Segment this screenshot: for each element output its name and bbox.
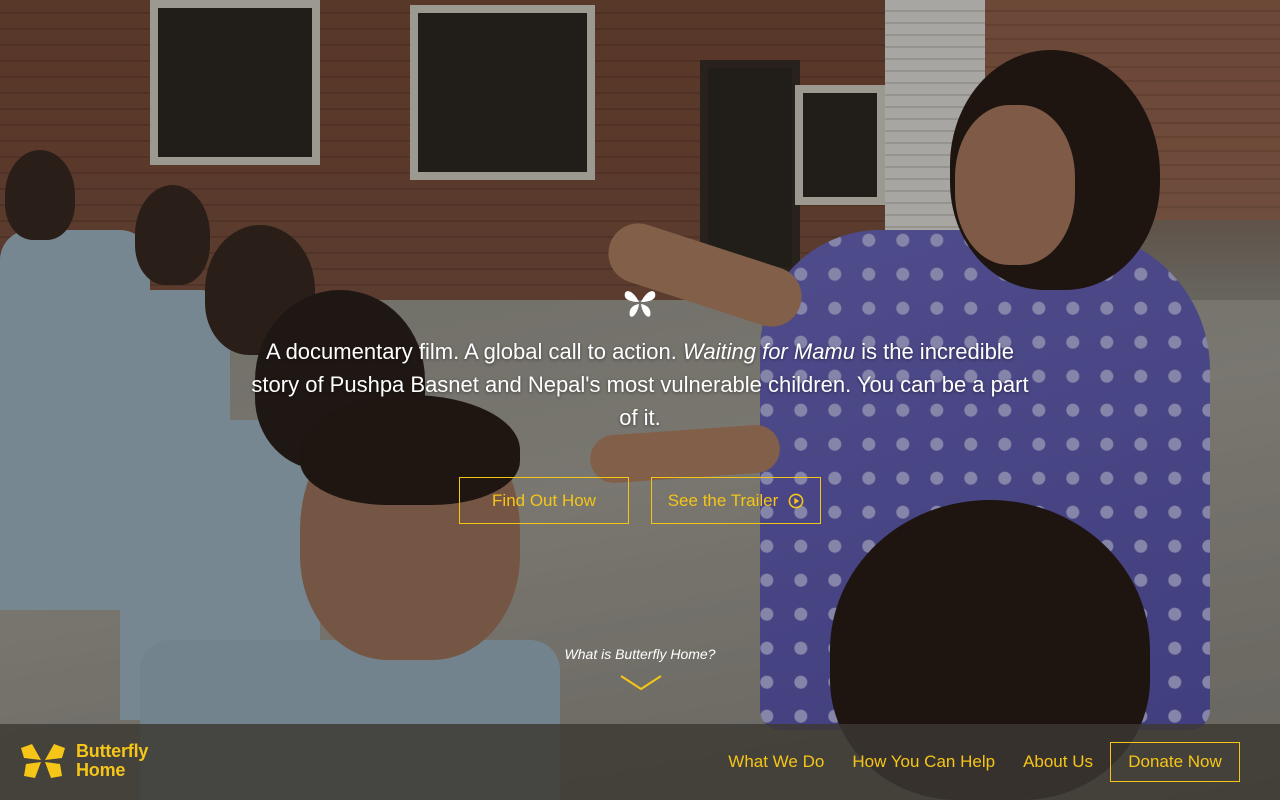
film-title: Waiting for Mamu (683, 339, 855, 364)
nav-how-you-can-help[interactable]: How You Can Help (852, 742, 995, 782)
donate-now-label: Donate Now (1128, 752, 1222, 771)
hero-content: A documentary film. A global call to act… (240, 285, 1040, 434)
nav-about-us[interactable]: About Us (1023, 742, 1093, 782)
nav-links: What We Do How You Can Help About Us Don… (700, 742, 1240, 782)
find-out-how-button[interactable]: Find Out How (459, 477, 629, 524)
chevron-down-icon[interactable] (620, 674, 662, 692)
find-out-how-label: Find Out How (492, 490, 596, 510)
what-is-butterfly-home-link[interactable]: What is Butterfly Home? (540, 646, 740, 662)
brand-name-line1: Butterfly (76, 741, 149, 761)
bottom-navbar: Butterfly Home What We Do How You Can He… (0, 724, 1280, 800)
play-circle-icon (788, 493, 804, 508)
see-trailer-button[interactable]: See the Trailer (651, 477, 821, 524)
brand-logo[interactable]: Butterfly Home (18, 740, 148, 782)
cta-row: Find Out How See the Trailer (459, 477, 821, 524)
butterfly-logo-icon (21, 744, 65, 778)
brand-name-line2: Home (76, 760, 126, 780)
nav-what-we-do[interactable]: What We Do (728, 742, 824, 782)
brand-name: Butterfly Home (76, 742, 148, 780)
donate-now-button[interactable]: Donate Now (1110, 742, 1240, 782)
butterfly-icon (624, 291, 656, 317)
hero-tagline: A documentary film. A global call to act… (240, 335, 1040, 434)
tagline-intro: A documentary film. A global call to act… (266, 339, 684, 364)
see-trailer-label: See the Trailer (667, 490, 779, 510)
